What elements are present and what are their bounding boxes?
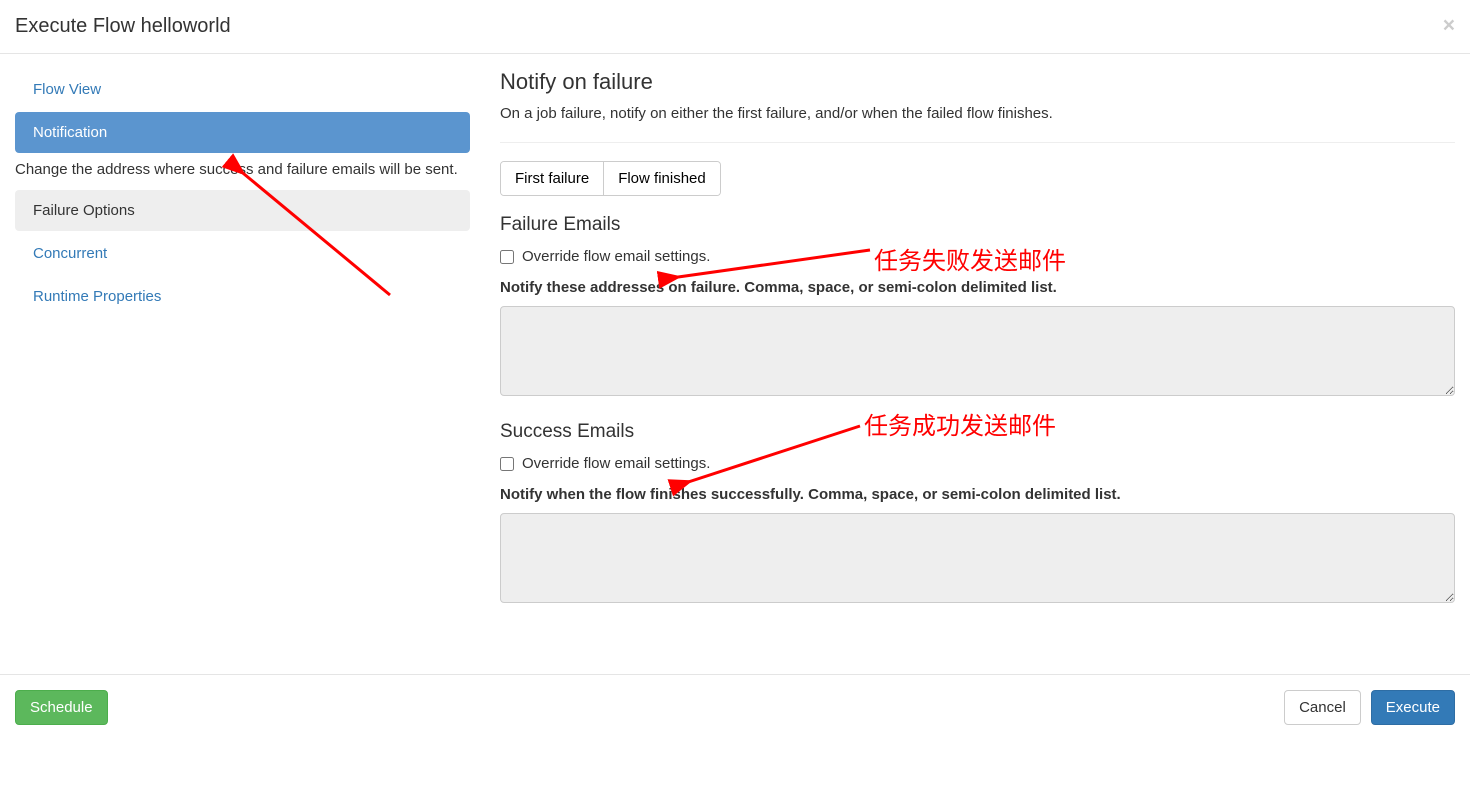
tab-list-cont: Failure Options Concurrent Runtime Prope… [15,190,470,317]
tab-runtime-properties[interactable]: Runtime Properties [15,276,470,317]
close-icon[interactable]: × [1443,15,1455,36]
tab-label: Runtime Properties [33,288,161,305]
cancel-button[interactable]: Cancel [1284,690,1361,725]
first-failure-button[interactable]: First failure [501,162,604,195]
failure-list-label: Notify these addresses on failure. Comma… [500,279,1455,296]
execute-button[interactable]: Execute [1371,690,1455,725]
notification-desc: Change the address where success and fai… [15,155,470,190]
success-emails-input[interactable] [500,513,1455,603]
modal-title: Execute Flow helloworld [15,15,1455,38]
failure-override-row: Override flow email settings. [500,248,1455,265]
success-emails-heading: Success Emails [500,421,1455,443]
tab-label: Failure Options [33,202,135,219]
tab-flow-view[interactable]: Flow View [15,69,470,110]
modal-header: Execute Flow helloworld × [0,0,1470,54]
failure-override-label[interactable]: Override flow email settings. [522,248,710,265]
notify-on-failure-desc: On a job failure, notify on either the f… [500,105,1455,122]
flow-finished-button[interactable]: Flow finished [604,162,720,195]
tab-label: Concurrent [33,245,107,262]
failure-emails-input[interactable] [500,306,1455,396]
schedule-button[interactable]: Schedule [15,690,108,725]
divider [500,142,1455,143]
failure-override-checkbox[interactable] [500,250,514,264]
sidebar: Flow View Notification Change the addres… [15,69,470,659]
tab-label: Flow View [33,81,101,98]
main-panel: Notify on failure On a job failure, noti… [500,69,1455,659]
footer-right: Cancel Execute [1284,690,1455,725]
success-override-row: Override flow email settings. [500,455,1455,472]
tab-concurrent[interactable]: Concurrent [15,233,470,274]
success-override-checkbox[interactable] [500,457,514,471]
notify-on-failure-title: Notify on failure [500,69,1455,95]
modal-footer: Schedule Cancel Execute [0,674,1470,740]
tab-notification[interactable]: Notification [15,112,470,153]
tab-list: Flow View Notification [15,69,470,153]
failure-emails-heading: Failure Emails [500,214,1455,236]
modal-body: Flow View Notification Change the addres… [0,54,1470,674]
success-override-label[interactable]: Override flow email settings. [522,455,710,472]
tab-failure-options[interactable]: Failure Options [15,190,470,231]
success-list-label: Notify when the flow finishes successful… [500,486,1455,503]
tab-label: Notification [33,124,107,141]
failure-toggle-group: First failure Flow finished [500,161,721,196]
